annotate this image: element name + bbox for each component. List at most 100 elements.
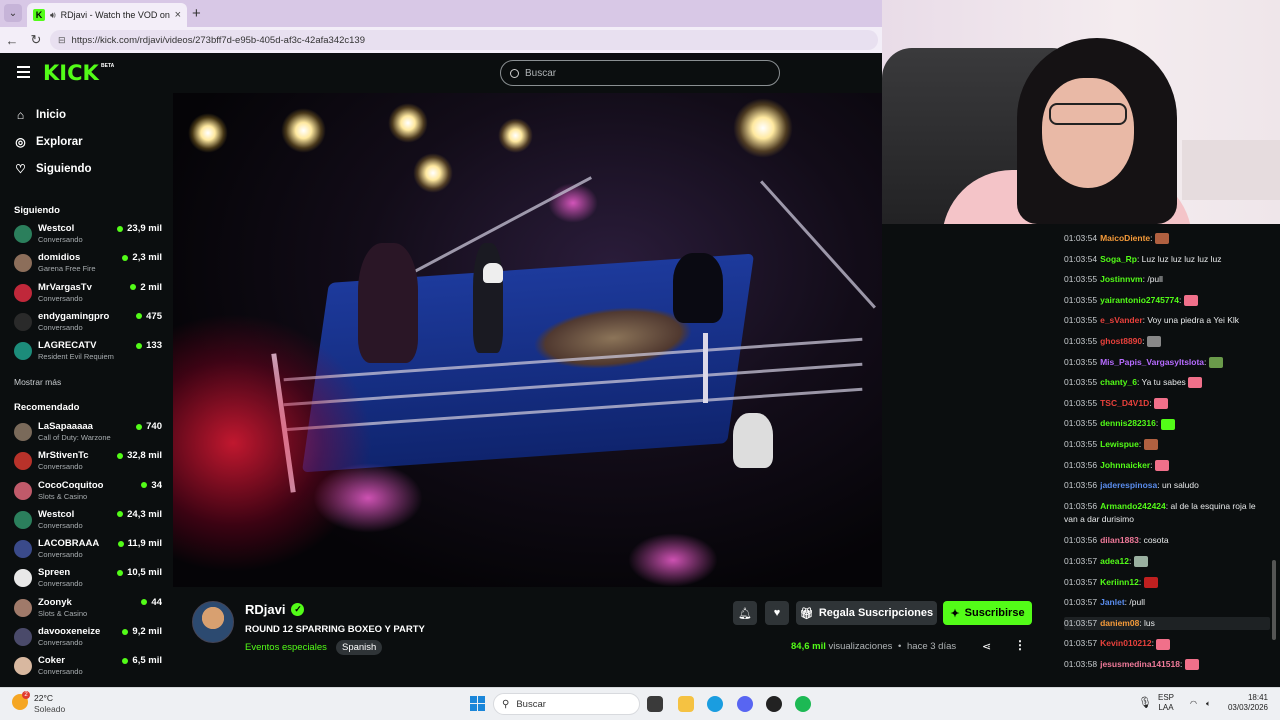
- views-info: 84,6 mil visualizaciones • hace 3 días: [791, 641, 956, 652]
- sidebar-channel-item[interactable]: Coker Conversando 6,5 mil: [14, 654, 162, 683]
- chat-username[interactable]: jaderespinosa: [1100, 480, 1157, 490]
- chat-username[interactable]: Keriinn12: [1100, 577, 1139, 587]
- obs-icon[interactable]: [766, 696, 782, 712]
- sidebar-channel-item[interactable]: domidios Garena Free Fire 2,3 mil: [14, 251, 162, 280]
- chat-text: un saludo: [1162, 480, 1199, 491]
- notification-bell-button[interactable]: 🔔︎: [733, 601, 757, 625]
- chat-username[interactable]: yairantonio2745774: [1100, 295, 1179, 305]
- close-tab-icon[interactable]: ×: [175, 9, 181, 21]
- language-indicator[interactable]: ESP LAA: [1158, 693, 1174, 713]
- sidebar-channel-item[interactable]: LAGRECATV Resident Evil Requiem 133: [14, 339, 162, 368]
- chat-username[interactable]: Lewispue: [1100, 439, 1139, 449]
- chat-username[interactable]: Janlet: [1100, 597, 1125, 607]
- crowd-figure: [358, 243, 418, 363]
- sidebar-channel-item[interactable]: Westcol Conversando 23,9 mil: [14, 222, 162, 251]
- sidebar-channel-item[interactable]: CocoCoquitoo Slots & Casino 34: [14, 479, 162, 508]
- video-player[interactable]: [173, 93, 882, 587]
- referee-figure: [473, 243, 503, 353]
- chat-timestamp: 01:03:55: [1064, 274, 1098, 285]
- back-icon[interactable]: ←: [0, 33, 24, 48]
- glasses: [1049, 103, 1127, 125]
- chat-colon: :: [1138, 439, 1144, 449]
- chat-message: 01:03:55 Jostinnvm: /pull: [1064, 273, 1270, 286]
- chat-username[interactable]: dennis282316: [1100, 418, 1156, 428]
- sidebar: ⌂ Inicio ◎ Explorar ♡ Siguiendo Siguiend…: [0, 93, 173, 687]
- speaker-icon[interactable]: 🔊︎: [50, 10, 56, 21]
- microphone-icon[interactable]: 🎙︎: [1138, 698, 1152, 709]
- follow-heart-button[interactable]: ♥: [765, 601, 789, 625]
- discord-icon[interactable]: [737, 696, 753, 712]
- sidebar-channel-item[interactable]: LaSapaaaaa Call of Duty: Warzone 740: [14, 420, 162, 449]
- volume-icon[interactable]: 🔈︎: [1206, 699, 1211, 709]
- browser-tab[interactable]: K 🔊︎ RDjavi - Watch the VOD on Ki ×: [27, 3, 187, 27]
- taskbar-search[interactable]: ⚲ Buscar: [493, 693, 640, 715]
- kick-logo[interactable]: KICK: [43, 61, 99, 85]
- chat-timestamp: 01:03:55: [1064, 439, 1098, 449]
- sidebar-channel-item[interactable]: davooxeneize Conversando 9,2 mil: [14, 625, 162, 654]
- chat-username[interactable]: Armando242424: [1100, 501, 1166, 511]
- viewer-count: 740: [136, 421, 162, 432]
- viewer-count-text: 6,5 mil: [132, 655, 162, 667]
- show-more-link[interactable]: Mostrar más: [14, 377, 61, 387]
- nav-item-inicio[interactable]: ⌂ Inicio: [14, 101, 92, 128]
- nav-item-explorar[interactable]: ◎ Explorar: [14, 128, 92, 155]
- chat-emote-icon: [1188, 377, 1203, 389]
- url-field[interactable]: ⊟ https://kick.com/rdjavi/videos/273bff7…: [50, 30, 878, 50]
- viewer-count: 2,3 mil: [122, 252, 162, 263]
- wifi-icon[interactable]: ◠: [1190, 699, 1197, 709]
- more-options-icon[interactable]: ⋮: [1014, 638, 1026, 652]
- sidebar-channel-item[interactable]: MrVargasTv Conversando 2 mil: [14, 281, 162, 310]
- chat-username[interactable]: e_sVander: [1100, 315, 1143, 325]
- site-info-icon[interactable]: ⊟: [58, 35, 66, 46]
- sidebar-channel-item[interactable]: MrStivenTc Conversando 32,8 mil: [14, 449, 162, 478]
- chat-username[interactable]: Kevin010212: [1100, 638, 1152, 648]
- chat-username[interactable]: ghost8890: [1100, 336, 1142, 346]
- chat-scrollbar[interactable]: [1272, 560, 1276, 640]
- channel-category: Conversando: [38, 462, 83, 472]
- sidebar-channel-item[interactable]: Zoonyk Slots & Casino 44: [14, 596, 162, 625]
- clock[interactable]: 18:41 03/03/2026: [1226, 693, 1268, 713]
- channel-avatar[interactable]: [192, 601, 234, 643]
- chat-username[interactable]: jesusmedina141518: [1100, 659, 1180, 669]
- reload-icon[interactable]: ↻: [24, 32, 48, 48]
- category-link[interactable]: Eventos especiales: [245, 642, 327, 653]
- new-tab-icon[interactable]: +: [192, 5, 201, 22]
- chat-emote-icon: [1153, 398, 1168, 410]
- chat-username[interactable]: Soga_Rp: [1100, 254, 1137, 264]
- sidebar-channel-item[interactable]: endygamingpro Conversando 475: [14, 310, 162, 339]
- edge-browser-icon[interactable]: [707, 696, 723, 712]
- chat-username[interactable]: Jostinnvm: [1100, 274, 1143, 284]
- subscribe-button[interactable]: ✦ Suscribirse: [943, 601, 1032, 625]
- chat-username[interactable]: daniem08: [1100, 618, 1139, 628]
- chat-username[interactable]: adea12: [1100, 556, 1129, 566]
- live-dot-icon: [122, 254, 129, 261]
- channel-name[interactable]: RDjavi ✓: [245, 602, 305, 617]
- spotify-icon[interactable]: [795, 696, 811, 712]
- chat-username[interactable]: MaicoDiente: [1100, 233, 1150, 243]
- chat-username[interactable]: TSC_D4V1D: [1100, 398, 1149, 408]
- chat-username[interactable]: dilan1883: [1100, 535, 1139, 545]
- share-icon[interactable]: ⋖: [982, 640, 991, 653]
- menu-icon[interactable]: [17, 66, 30, 78]
- viewer-count: 23,9 mil: [117, 223, 162, 234]
- chat-username[interactable]: Johnnaicker: [1100, 460, 1150, 470]
- language-tag[interactable]: Spanish: [336, 640, 383, 655]
- task-view-icon[interactable]: [647, 696, 663, 712]
- sparkle-icon: ✦: [950, 607, 960, 620]
- sidebar-channel-item[interactable]: LACOBRAAA Conversando 11,9 mil: [14, 537, 162, 566]
- channel-name: Spreen: [38, 567, 71, 579]
- gift-subs-button[interactable]: 🎁︎ Regala Suscripciones: [796, 601, 937, 625]
- chat-username[interactable]: chanty_6: [1100, 377, 1137, 387]
- windows-start-icon[interactable]: [470, 696, 485, 711]
- live-dot-icon: [141, 482, 148, 489]
- chat-timestamp: 01:03:56: [1064, 459, 1098, 470]
- heart-icon: ♥: [773, 607, 781, 619]
- sidebar-channel-item[interactable]: Westcol Conversando 24,3 mil: [14, 508, 162, 537]
- nav-item-siguiendo[interactable]: ♡ Siguiendo: [14, 155, 91, 182]
- search-input[interactable]: Buscar: [500, 60, 780, 86]
- file-explorer-icon[interactable]: [678, 696, 694, 712]
- tab-list-button[interactable]: ⌄: [4, 4, 22, 22]
- chat-username[interactable]: Mis_Papis_VargasyItslota: [1100, 357, 1204, 367]
- chat-text: /pull: [1129, 597, 1145, 608]
- sidebar-channel-item[interactable]: Spreen Conversando 10,5 mil: [14, 566, 162, 595]
